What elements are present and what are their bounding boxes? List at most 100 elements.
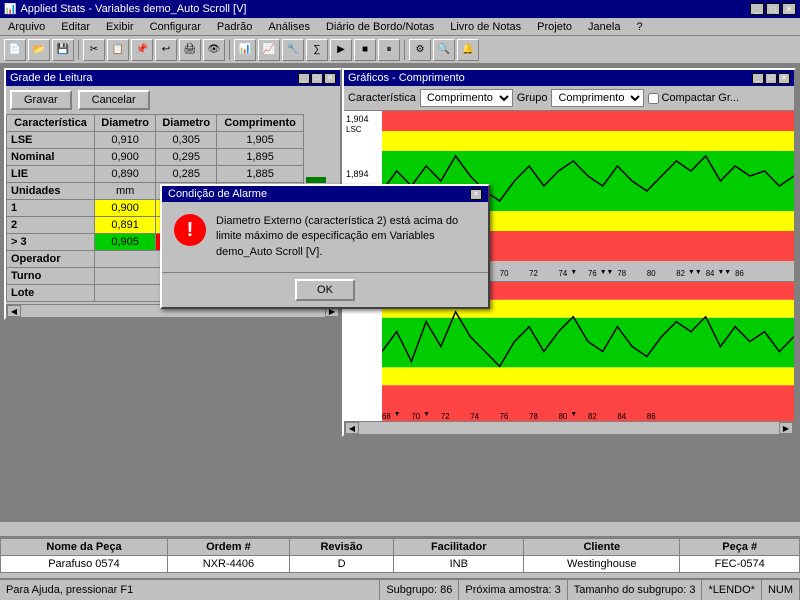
svg-text:▼: ▼ bbox=[570, 269, 577, 276]
cell-lote-label: Lote bbox=[7, 285, 95, 302]
menu-exibir[interactable]: Exibir bbox=[102, 21, 138, 33]
toolbar: 📄 📂 💾 ✂ 📋 📌 ↩ 🖨 👁 📊 📈 🔧 ∑ ▶ ■ ⏸ ⚙ 🔍 🔔 bbox=[0, 36, 800, 64]
graficos-title-bar: Gráficos - Comprimento _ □ ✕ bbox=[344, 70, 794, 86]
alarm-message: Diametro Externo (característica 2) está… bbox=[216, 214, 476, 260]
filter-btn[interactable]: 🔍 bbox=[433, 39, 455, 61]
status-help: Para Ajuda, pressionar F1 bbox=[0, 580, 380, 600]
stats-btn[interactable]: ∑ bbox=[306, 39, 328, 61]
svg-text:▼: ▼ bbox=[570, 411, 577, 418]
svg-text:70: 70 bbox=[500, 269, 509, 278]
undo-btn[interactable]: ↩ bbox=[155, 39, 177, 61]
menu-help[interactable]: ? bbox=[632, 21, 646, 33]
minimize-btn[interactable]: _ bbox=[750, 3, 764, 15]
gscroll-left[interactable]: ◀ bbox=[345, 422, 359, 434]
cell-lie-d2: 0,285 bbox=[156, 166, 217, 183]
menu-livro[interactable]: Livro de Notas bbox=[446, 21, 525, 33]
alarm-body: ! Diametro Externo (característica 2) es… bbox=[162, 202, 488, 272]
grade-maximize[interactable]: □ bbox=[311, 73, 323, 84]
alarm-btn[interactable]: 🔔 bbox=[457, 39, 479, 61]
grade-title-bar: Grade de Leitura _ □ ✕ bbox=[6, 70, 340, 86]
hist-bar1 bbox=[306, 177, 326, 183]
paste-btn[interactable]: 📌 bbox=[131, 39, 153, 61]
caracteristica-select[interactable]: Comprimento bbox=[420, 89, 513, 107]
copy-btn[interactable]: 📋 bbox=[107, 39, 129, 61]
open-btn[interactable]: 📂 bbox=[28, 39, 50, 61]
menu-bar: Arquivo Editar Exibir Configurar Padrão … bbox=[0, 18, 800, 36]
col-header-caracteristica: Característica bbox=[7, 115, 95, 132]
status-subgrupo: Subgrupo: 86 bbox=[380, 580, 459, 600]
title-bar-controls: _ □ ✕ bbox=[750, 3, 796, 15]
graficos-maximize[interactable]: □ bbox=[765, 73, 777, 84]
toolbar-sep3 bbox=[404, 40, 405, 60]
cell-lie-d1: 0,890 bbox=[95, 166, 156, 183]
cut-btn[interactable]: ✂ bbox=[83, 39, 105, 61]
run-btn[interactable]: ▶ bbox=[330, 39, 352, 61]
svg-text:84: 84 bbox=[706, 269, 715, 278]
menu-editar[interactable]: Editar bbox=[57, 21, 94, 33]
menu-projeto[interactable]: Projeto bbox=[533, 21, 576, 33]
svg-text:70: 70 bbox=[411, 412, 420, 421]
cancelar-button[interactable]: Cancelar bbox=[78, 90, 150, 110]
menu-arquivo[interactable]: Arquivo bbox=[4, 21, 49, 33]
cell-r3-d1[interactable]: 0,905 bbox=[95, 234, 156, 251]
menu-analises[interactable]: Análises bbox=[264, 21, 314, 33]
menu-configurar[interactable]: Configurar bbox=[146, 21, 205, 33]
cell-r1-d1[interactable]: 0,900 bbox=[95, 200, 156, 217]
svg-text:86: 86 bbox=[647, 412, 656, 421]
alarm-close[interactable]: ✕ bbox=[470, 189, 482, 200]
graficos-scrollbar[interactable]: ◀ ▶ bbox=[344, 421, 794, 435]
app-icon: 📊 bbox=[4, 4, 16, 15]
pause-btn[interactable]: ⏸ bbox=[378, 39, 400, 61]
toolbar-sep2 bbox=[229, 40, 230, 60]
preview-btn[interactable]: 👁 bbox=[203, 39, 225, 61]
ok-button[interactable]: OK bbox=[295, 279, 355, 301]
print-btn[interactable]: 🖨 bbox=[179, 39, 201, 61]
menu-diario[interactable]: Diário de Bordo/Notas bbox=[322, 21, 438, 33]
svg-text:▼▼: ▼▼ bbox=[688, 269, 702, 276]
graficos-toolbar: Característica Comprimento Grupo Comprim… bbox=[344, 86, 794, 111]
compactar-checkbox[interactable] bbox=[648, 93, 659, 104]
grupo-select[interactable]: Comprimento bbox=[551, 89, 644, 107]
app-title: Applied Stats - Variables demo_Auto Scro… bbox=[20, 3, 246, 15]
grade-minimize[interactable]: _ bbox=[298, 73, 310, 84]
tools-btn[interactable]: 🔧 bbox=[282, 39, 304, 61]
graficos-close[interactable]: ✕ bbox=[778, 73, 790, 84]
svg-text:68: 68 bbox=[382, 412, 391, 421]
scroll-left[interactable]: ◀ bbox=[7, 305, 21, 317]
cell-operador-label: Operador bbox=[7, 251, 95, 268]
table-row: Nominal 0,900 0,295 1,895 bbox=[7, 149, 304, 166]
gscroll-right[interactable]: ▶ bbox=[779, 422, 793, 434]
close-btn[interactable]: ✕ bbox=[782, 3, 796, 15]
graficos-minimize[interactable]: _ bbox=[752, 73, 764, 84]
gravar-button[interactable]: Gravar bbox=[10, 90, 72, 110]
col-facilitador: Facilitador bbox=[394, 539, 524, 556]
cell-r2-d1[interactable]: 0,891 bbox=[95, 217, 156, 234]
compactar-label[interactable]: Compactar Gr... bbox=[648, 92, 739, 104]
svg-text:72: 72 bbox=[441, 412, 450, 421]
data-btn[interactable]: 📈 bbox=[258, 39, 280, 61]
config-btn[interactable]: ⚙ bbox=[409, 39, 431, 61]
menu-padrao[interactable]: Padrão bbox=[213, 21, 256, 33]
cell-nominal-d2: 0,295 bbox=[156, 149, 217, 166]
status-lendo: *LENDO* bbox=[702, 580, 761, 600]
cell-turno-label: Turno bbox=[7, 268, 95, 285]
toolbar-sep1 bbox=[78, 40, 79, 60]
maximize-btn[interactable]: □ bbox=[766, 3, 780, 15]
cell-nominal-d1: 0,900 bbox=[95, 149, 156, 166]
save-btn[interactable]: 💾 bbox=[52, 39, 74, 61]
svg-text:76: 76 bbox=[588, 269, 597, 278]
cell-r2-label: 2 bbox=[7, 217, 95, 234]
new-btn[interactable]: 📄 bbox=[4, 39, 26, 61]
svg-text:78: 78 bbox=[617, 269, 626, 278]
cell-lse-d1: 0,910 bbox=[95, 132, 156, 149]
col-header-diametro1: Diametro bbox=[95, 115, 156, 132]
col-cliente: Cliente bbox=[524, 539, 680, 556]
svg-text:74: 74 bbox=[470, 412, 479, 421]
grade-close[interactable]: ✕ bbox=[324, 73, 336, 84]
cell-nome: Parafuso 0574 bbox=[1, 556, 168, 573]
stop-btn[interactable]: ■ bbox=[354, 39, 376, 61]
menu-janela[interactable]: Janela bbox=[584, 21, 624, 33]
chart-btn[interactable]: 📊 bbox=[234, 39, 256, 61]
status-num: NUM bbox=[762, 580, 800, 600]
col-ordem: Ordem # bbox=[167, 539, 289, 556]
